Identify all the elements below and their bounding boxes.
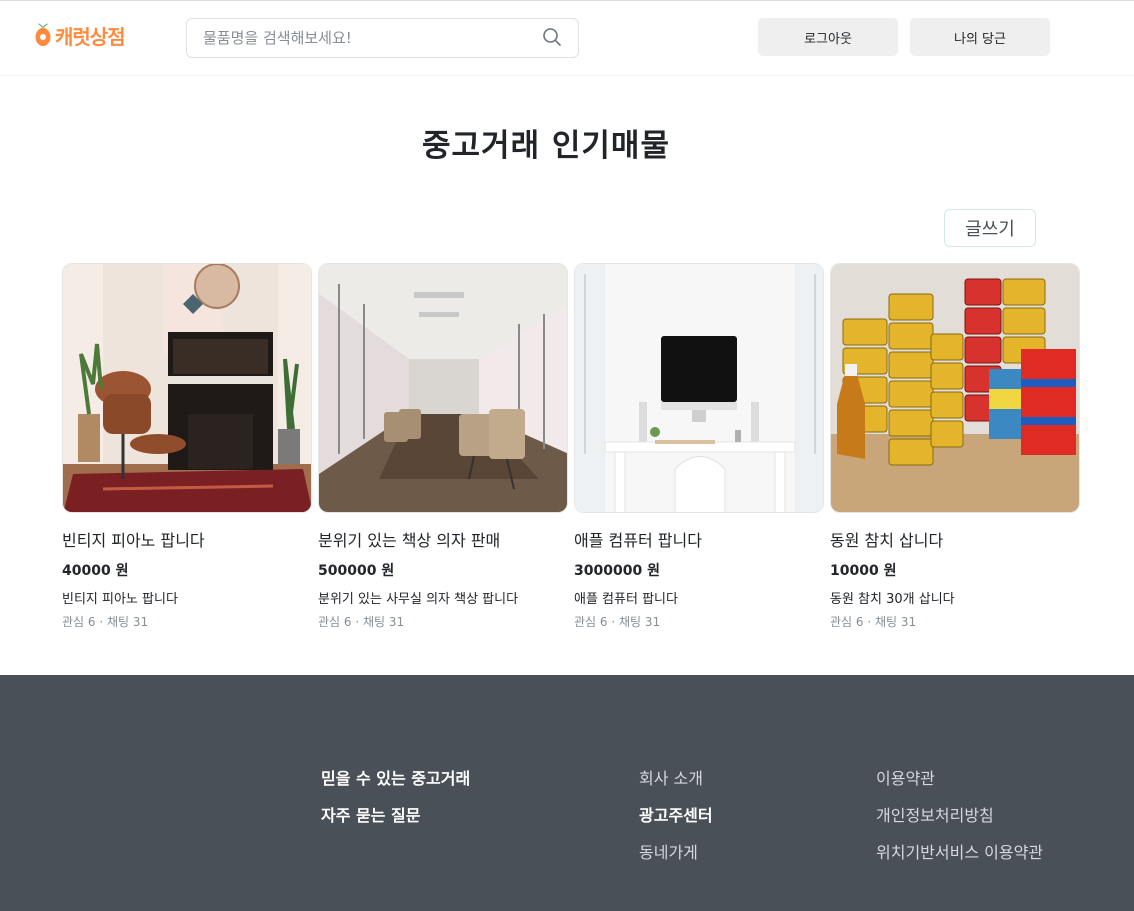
product-title[interactable]: 애플 컴퓨터 팝니다	[574, 527, 824, 551]
product-description: 동원 참치 30개 삽니다	[830, 592, 955, 607]
product-title[interactable]: 동원 참치 삽니다	[830, 527, 1080, 551]
footer-link-local-store[interactable]: 동네가게	[639, 839, 698, 863]
product-card[interactable]: 애플 컴퓨터 팝니다 3000000 원 애플 컴퓨터 팝니다 관심 6 · 채…	[574, 263, 824, 630]
product-price: 10000 원	[830, 563, 897, 579]
logo[interactable]: 캐럿상점	[34, 21, 126, 49]
product-price: 3000000 원	[574, 563, 660, 579]
logout-button[interactable]: 로그아웃	[758, 18, 898, 56]
footer-link-privacy[interactable]: 개인정보처리방침	[876, 802, 994, 826]
footer-link-company[interactable]: 회사 소개	[639, 765, 703, 789]
footer-link-terms[interactable]: 이용약관	[876, 765, 935, 789]
header: 캐럿상점 로그아웃 나의 당근	[0, 0, 1134, 76]
product-meta: 관심 6 · 채팅 31	[574, 615, 661, 629]
footer-link-trusted-trade[interactable]: 믿을 수 있는 중고거래	[321, 765, 470, 789]
search-input[interactable]	[203, 19, 533, 57]
product-title[interactable]: 분위기 있는 책상 의자 판매	[318, 527, 568, 551]
footer-link-location-terms[interactable]: 위치기반서비스 이용약관	[876, 839, 1043, 863]
search-icon[interactable]	[541, 26, 563, 48]
product-title[interactable]: 빈티지 피아노 팝니다	[62, 527, 312, 551]
product-image-computer[interactable]	[574, 263, 824, 513]
product-card[interactable]: 동원 참치 삽니다 10000 원 동원 참치 30개 삽니다 관심 6 · 채…	[830, 263, 1080, 630]
product-meta: 관심 6 · 채팅 31	[318, 615, 405, 629]
product-meta: 관심 6 · 채팅 31	[62, 615, 149, 629]
product-card[interactable]: 빈티지 피아노 팝니다 40000 원 빈티지 피아노 팝니다 관심 6 · 채…	[62, 263, 312, 630]
product-description: 빈티지 피아노 팝니다	[62, 592, 178, 607]
product-image-office[interactable]	[318, 263, 568, 513]
footer: 믿을 수 있는 중고거래 자주 묻는 질문 회사 소개 광고주센터 동네가게 이…	[0, 675, 1134, 911]
product-image-tuna[interactable]	[830, 263, 1080, 513]
write-button[interactable]: 글쓰기	[944, 209, 1036, 247]
footer-link-ad-center[interactable]: 광고주센터	[639, 802, 713, 826]
product-description: 애플 컴퓨터 팝니다	[574, 592, 678, 607]
my-carrot-button[interactable]: 나의 당근	[910, 18, 1050, 56]
product-image-piano[interactable]	[62, 263, 312, 513]
product-card[interactable]: 분위기 있는 책상 의자 판매 500000 원 분위기 있는 사무실 의자 책…	[318, 263, 568, 630]
footer-link-faq[interactable]: 자주 묻는 질문	[321, 802, 420, 826]
product-price: 40000 원	[62, 563, 129, 579]
logo-text: 캐럿상점	[55, 24, 126, 49]
product-price: 500000 원	[318, 563, 395, 579]
search-box[interactable]	[186, 18, 579, 58]
carrot-logo-icon	[35, 23, 51, 46]
product-description: 분위기 있는 사무실 의자 책상 팝니다	[318, 592, 519, 607]
product-meta: 관심 6 · 채팅 31	[830, 615, 917, 629]
page-title: 중고거래 인기매물	[422, 128, 670, 164]
